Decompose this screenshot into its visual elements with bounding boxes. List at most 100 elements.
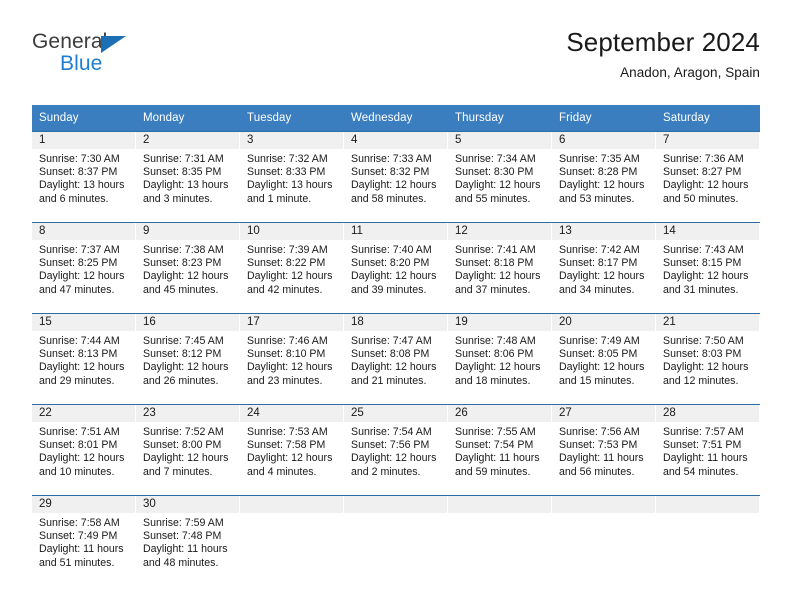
calendar-day-cell[interactable]: 12 Sunrise: 7:41 AM Sunset: 8:18 PM Dayligh… xyxy=(448,223,552,314)
calendar-day-cell[interactable]: 26 Sunrise: 7:55 AM Sunset: 7:54 PM Dayligh… xyxy=(448,405,552,496)
day-detail-sunset: Sunset: 8:13 PM xyxy=(39,348,118,361)
day-detail-sunrise: Sunrise: 7:36 AM xyxy=(663,153,744,165)
calendar-day-cell[interactable]: 11 Sunrise: 7:40 AM Sunset: 8:20 PM Dayligh… xyxy=(344,223,448,314)
day-cell-content: 24 Sunrise: 7:53 AM Sunset: 7:58 PM Dayligh… xyxy=(240,405,344,495)
day-detail-daylight-line1: Daylight: 12 hours xyxy=(143,270,229,283)
calendar-day-cell[interactable]: 28 Sunrise: 7:57 AM Sunset: 7:51 PM Dayligh… xyxy=(656,405,760,496)
day-detail-sunrise: Sunrise: 7:39 AM xyxy=(247,244,328,256)
logo-text-general: General xyxy=(32,30,108,53)
calendar-day-cell[interactable]: 1 Sunrise: 7:30 AM Sunset: 8:37 PM Daylight… xyxy=(32,132,136,223)
calendar-day-cell[interactable]: 21 Sunrise: 7:50 AM Sunset: 8:03 PM Dayligh… xyxy=(656,314,760,405)
calendar-day-cell[interactable]: 17 Sunrise: 7:46 AM Sunset: 8:10 PM Dayligh… xyxy=(240,314,344,405)
day-detail-daylight-line2: and 4 minutes. xyxy=(247,465,317,478)
calendar-day-cell[interactable]: 4 Sunrise: 7:33 AM Sunset: 8:32 PM Daylight… xyxy=(344,132,448,223)
calendar-day-cell[interactable]: 8 Sunrise: 7:37 AM Sunset: 8:25 PM Daylight… xyxy=(32,223,136,314)
calendar-day-cell[interactable]: 24 Sunrise: 7:53 AM Sunset: 7:58 PM Dayligh… xyxy=(240,405,344,496)
day-details: Sunrise: 7:57 AM Sunset: 7:51 PM Daylight:… xyxy=(656,422,759,479)
day-number: 6 xyxy=(552,132,655,149)
day-cell-content: 22 Sunrise: 7:51 AM Sunset: 8:01 PM Dayligh… xyxy=(32,405,136,495)
day-detail-sunset: Sunset: 8:35 PM xyxy=(143,166,222,179)
day-detail-sunrise: Sunrise: 7:37 AM xyxy=(39,244,120,256)
day-detail-daylight-line2: and 53 minutes. xyxy=(559,192,635,205)
calendar-day-cell[interactable]: 15 Sunrise: 7:44 AM Sunset: 8:13 PM Dayligh… xyxy=(32,314,136,405)
day-detail-daylight-line1: Daylight: 11 hours xyxy=(39,543,124,556)
calendar-day-cell[interactable]: 19 Sunrise: 7:48 AM Sunset: 8:06 PM Dayligh… xyxy=(448,314,552,405)
weekday-header-friday: Friday xyxy=(552,105,656,132)
calendar-day-cell[interactable] xyxy=(656,496,760,586)
day-detail-daylight-line1: Daylight: 12 hours xyxy=(455,361,541,374)
day-detail-sunset: Sunset: 8:17 PM xyxy=(559,257,638,270)
day-detail-daylight-line2: and 50 minutes. xyxy=(663,192,739,205)
day-number: 3 xyxy=(240,132,343,149)
day-number: 25 xyxy=(344,405,447,422)
day-detail-daylight-line2: and 12 minutes. xyxy=(663,374,739,387)
calendar-day-cell[interactable]: 2 Sunrise: 7:31 AM Sunset: 8:35 PM Daylight… xyxy=(136,132,240,223)
day-detail-sunset: Sunset: 8:32 PM xyxy=(351,166,430,179)
day-detail-sunrise: Sunrise: 7:43 AM xyxy=(663,244,744,256)
day-cell-content xyxy=(344,496,448,586)
day-detail-daylight-line1: Daylight: 12 hours xyxy=(247,452,333,465)
day-detail-sunrise: Sunrise: 7:54 AM xyxy=(351,426,432,438)
day-details: Sunrise: 7:46 AM Sunset: 8:10 PM Daylight:… xyxy=(240,331,343,388)
day-detail-sunset: Sunset: 7:54 PM xyxy=(455,439,534,452)
calendar-day-cell[interactable] xyxy=(344,496,448,586)
day-number: 8 xyxy=(32,223,135,240)
day-detail-sunset: Sunset: 8:10 PM xyxy=(247,348,326,361)
calendar-week-row: 8 Sunrise: 7:37 AM Sunset: 8:25 PM Daylight… xyxy=(32,222,760,314)
day-detail-sunrise: Sunrise: 7:40 AM xyxy=(351,244,432,256)
day-detail-daylight-line1: Daylight: 12 hours xyxy=(143,361,229,374)
calendar-body: 1 Sunrise: 7:30 AM Sunset: 8:37 PM Daylight… xyxy=(32,131,760,586)
day-number: 21 xyxy=(656,314,759,331)
day-detail-daylight-line2: and 55 minutes. xyxy=(455,192,531,205)
calendar-day-cell[interactable]: 9 Sunrise: 7:38 AM Sunset: 8:23 PM Daylight… xyxy=(136,223,240,314)
day-detail-sunrise: Sunrise: 7:56 AM xyxy=(559,426,640,438)
day-cell-content xyxy=(656,496,760,586)
calendar-day-cell[interactable]: 13 Sunrise: 7:42 AM Sunset: 8:17 PM Dayligh… xyxy=(552,223,656,314)
calendar-day-cell[interactable]: 29 Sunrise: 7:58 AM Sunset: 7:49 PM Dayligh… xyxy=(32,496,136,586)
calendar-day-cell[interactable]: 10 Sunrise: 7:39 AM Sunset: 8:22 PM Dayligh… xyxy=(240,223,344,314)
calendar-day-cell[interactable]: 18 Sunrise: 7:47 AM Sunset: 8:08 PM Dayligh… xyxy=(344,314,448,405)
day-details: Sunrise: 7:56 AM Sunset: 7:53 PM Daylight:… xyxy=(552,422,655,479)
day-cell-content: 15 Sunrise: 7:44 AM Sunset: 8:13 PM Dayligh… xyxy=(32,314,136,404)
day-detail-daylight-line2: and 2 minutes. xyxy=(351,465,421,478)
calendar-day-cell[interactable]: 27 Sunrise: 7:56 AM Sunset: 7:53 PM Dayligh… xyxy=(552,405,656,496)
calendar-day-cell[interactable]: 23 Sunrise: 7:52 AM Sunset: 8:00 PM Dayligh… xyxy=(136,405,240,496)
weekday-header-thursday: Thursday xyxy=(448,105,552,132)
calendar-week-row: 15 Sunrise: 7:44 AM Sunset: 8:13 PM Dayligh… xyxy=(32,313,760,405)
day-details: Sunrise: 7:42 AM Sunset: 8:17 PM Daylight:… xyxy=(552,240,655,297)
day-number: 24 xyxy=(240,405,343,422)
day-detail-daylight-line2: and 37 minutes. xyxy=(455,283,531,296)
day-detail-sunset: Sunset: 8:03 PM xyxy=(663,348,742,361)
calendar-day-cell[interactable]: 6 Sunrise: 7:35 AM Sunset: 8:28 PM Daylight… xyxy=(552,132,656,223)
calendar-day-cell[interactable]: 5 Sunrise: 7:34 AM Sunset: 8:30 PM Daylight… xyxy=(448,132,552,223)
calendar-day-cell[interactable]: 3 Sunrise: 7:32 AM Sunset: 8:33 PM Daylight… xyxy=(240,132,344,223)
day-details: Sunrise: 7:31 AM Sunset: 8:35 PM Daylight:… xyxy=(136,149,239,206)
day-cell-content: 19 Sunrise: 7:48 AM Sunset: 8:06 PM Dayligh… xyxy=(448,314,552,404)
day-detail-daylight-line2: and 26 minutes. xyxy=(143,374,219,387)
day-cell-content: 6 Sunrise: 7:35 AM Sunset: 8:28 PM Daylight… xyxy=(552,132,656,222)
day-cell-content: 3 Sunrise: 7:32 AM Sunset: 8:33 PM Daylight… xyxy=(240,132,344,222)
generalblue-logo[interactable]: General Blue xyxy=(32,30,232,86)
weekday-header-wednesday: Wednesday xyxy=(344,105,448,132)
calendar-day-cell[interactable] xyxy=(552,496,656,586)
calendar-day-cell[interactable]: 16 Sunrise: 7:45 AM Sunset: 8:12 PM Dayligh… xyxy=(136,314,240,405)
day-details xyxy=(448,513,551,517)
day-detail-daylight-line1: Daylight: 11 hours xyxy=(143,543,228,556)
day-detail-daylight-line1: Daylight: 12 hours xyxy=(559,179,645,192)
day-cell-content: 26 Sunrise: 7:55 AM Sunset: 7:54 PM Dayligh… xyxy=(448,405,552,495)
calendar-day-cell[interactable] xyxy=(240,496,344,586)
calendar-day-cell[interactable]: 7 Sunrise: 7:36 AM Sunset: 8:27 PM Daylight… xyxy=(656,132,760,223)
day-cell-content: 5 Sunrise: 7:34 AM Sunset: 8:30 PM Daylight… xyxy=(448,132,552,222)
calendar-day-cell[interactable]: 22 Sunrise: 7:51 AM Sunset: 8:01 PM Dayligh… xyxy=(32,405,136,496)
calendar-day-cell[interactable]: 25 Sunrise: 7:54 AM Sunset: 7:56 PM Dayligh… xyxy=(344,405,448,496)
day-number: 5 xyxy=(448,132,551,149)
day-detail-sunrise: Sunrise: 7:59 AM xyxy=(143,517,224,529)
calendar-day-cell[interactable]: 30 Sunrise: 7:59 AM Sunset: 7:48 PM Dayligh… xyxy=(136,496,240,586)
day-detail-sunset: Sunset: 8:28 PM xyxy=(559,166,638,179)
calendar-day-cell[interactable]: 20 Sunrise: 7:49 AM Sunset: 8:05 PM Dayligh… xyxy=(552,314,656,405)
day-cell-content: 14 Sunrise: 7:43 AM Sunset: 8:15 PM Dayligh… xyxy=(656,223,760,313)
calendar-day-cell[interactable]: 14 Sunrise: 7:43 AM Sunset: 8:15 PM Dayligh… xyxy=(656,223,760,314)
day-number: 22 xyxy=(32,405,135,422)
day-detail-daylight-line2: and 1 minute. xyxy=(247,192,312,205)
calendar-day-cell[interactable] xyxy=(448,496,552,586)
